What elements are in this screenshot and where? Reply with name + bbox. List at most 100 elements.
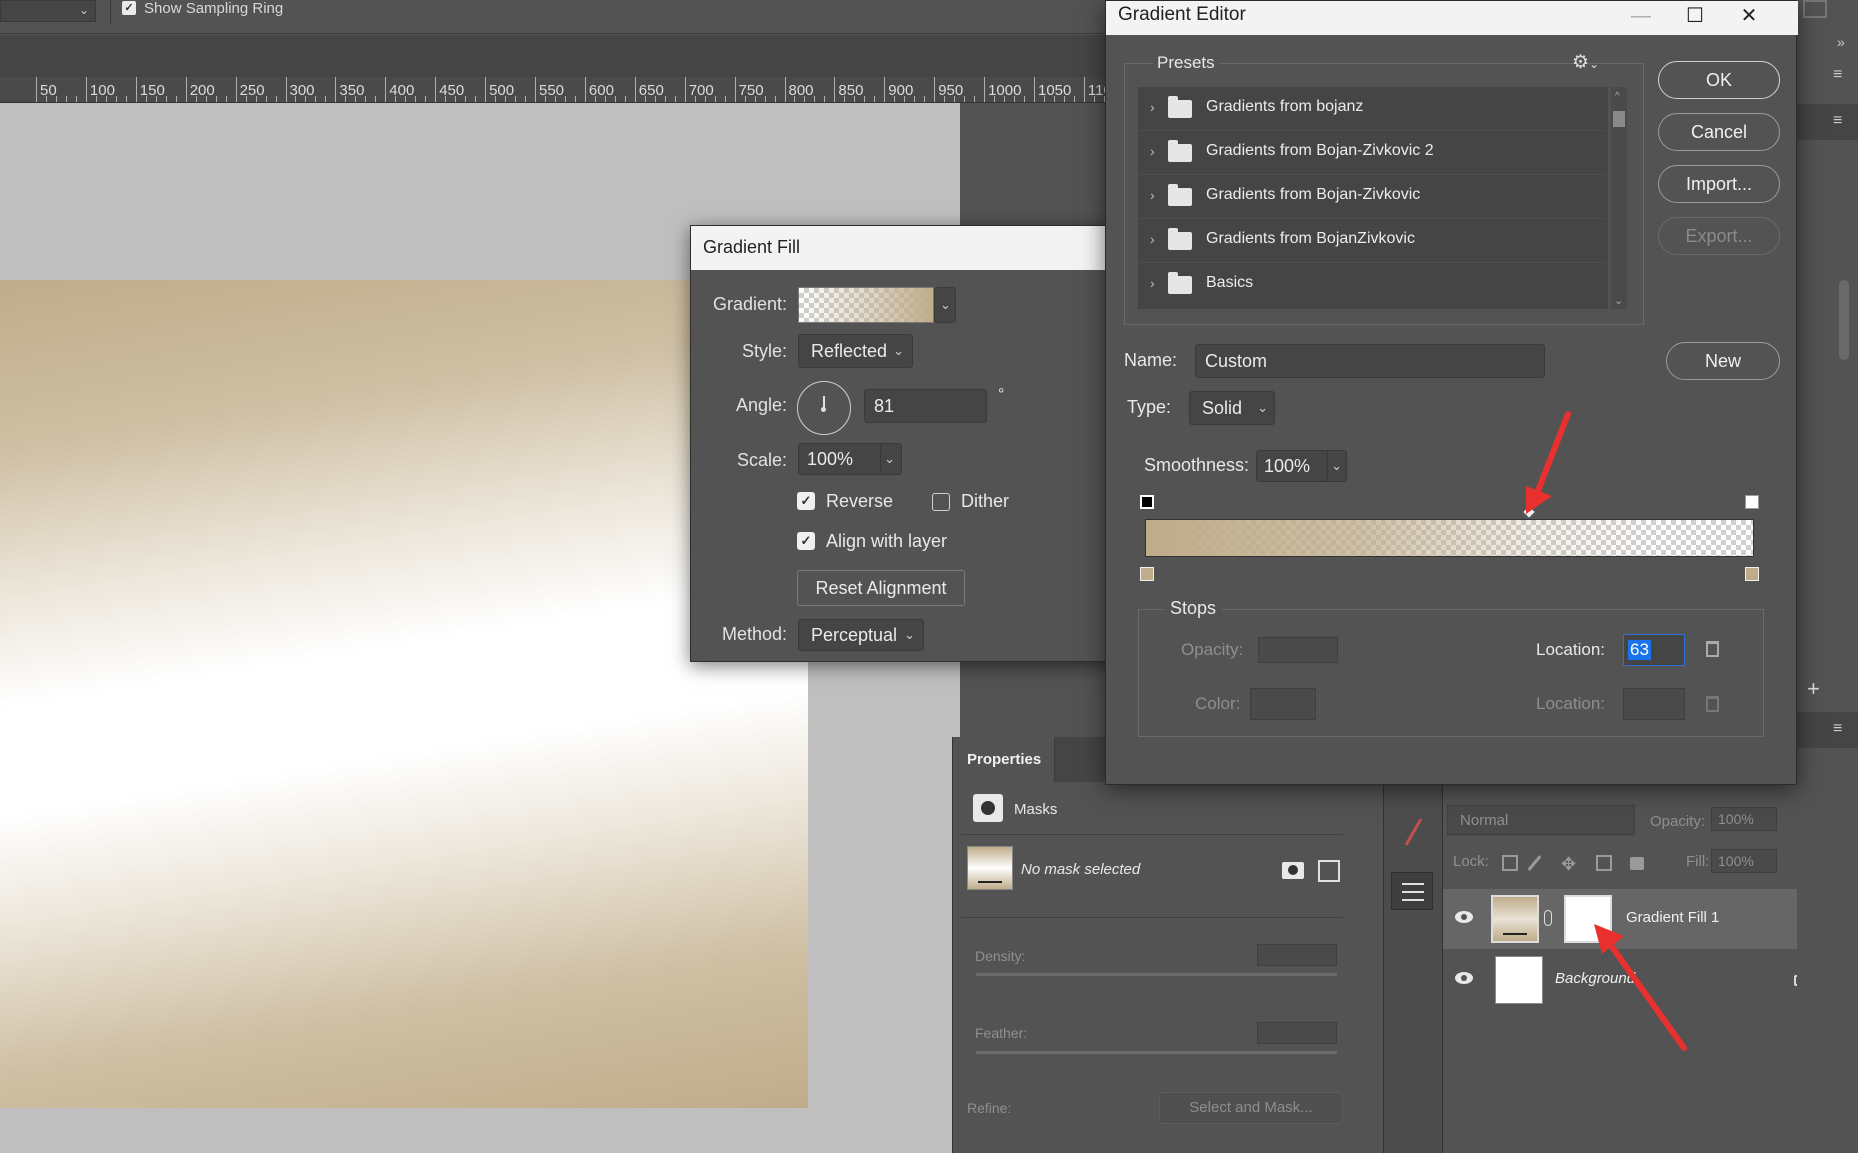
ruler-minor-tick (395, 96, 397, 102)
location-label: Location: (1536, 640, 1605, 659)
fill-input[interactable]: 100% (1711, 849, 1777, 873)
document-canvas[interactable] (0, 280, 808, 1108)
cancel-button[interactable]: Cancel (1658, 113, 1780, 151)
angle-input[interactable]: 81 (864, 389, 987, 423)
maximize-icon[interactable]: ☐ (1668, 1, 1722, 35)
opacity-stop-left[interactable] (1140, 495, 1154, 509)
import-button[interactable]: Import... (1658, 165, 1780, 203)
angle-dial[interactable] (797, 381, 851, 435)
sampling-ring-checkbox[interactable]: ✓ (122, 1, 136, 15)
chevron-right-icon[interactable]: › (1150, 99, 1155, 115)
panel-menu-icon[interactable]: ≡ (1833, 720, 1842, 738)
dither-checkbox[interactable] (932, 493, 950, 511)
chevron-right-icon[interactable]: › (1150, 143, 1155, 159)
ruler-minor-tick (1014, 96, 1016, 102)
blend-mode-select[interactable]: Normal (1447, 805, 1635, 835)
style-select[interactable]: Reflected ⌄ (798, 334, 913, 368)
gear-icon[interactable]: ⚙⌄ (1572, 51, 1599, 74)
opacity-input[interactable]: 100% (1711, 807, 1777, 831)
export-button[interactable]: Export... (1658, 217, 1780, 255)
scrollbar[interactable] (1839, 280, 1849, 360)
ruler-number: 600 (588, 82, 614, 99)
gradient-swatch[interactable] (798, 287, 934, 323)
location2-input[interactable] (1623, 688, 1685, 720)
align-layer-checkbox[interactable]: ✓ (797, 532, 815, 550)
ok-button[interactable]: OK (1658, 61, 1780, 99)
ruler-number: 750 (738, 82, 764, 99)
minimize-icon[interactable]: — (1614, 1, 1668, 35)
panel-menu-icon[interactable]: ≡ (1833, 112, 1842, 130)
lock-transparent-icon[interactable] (1502, 855, 1518, 871)
lock-all-icon[interactable] (1630, 857, 1644, 870)
color-stop-right[interactable] (1745, 567, 1759, 581)
location-input[interactable]: 63 (1623, 634, 1685, 666)
collapse-icon[interactable]: » (1837, 34, 1845, 50)
gradient-fill-thumbnail[interactable] (1491, 895, 1539, 943)
adjustments-icon[interactable] (1391, 872, 1433, 910)
stop-opacity-input[interactable] (1258, 637, 1338, 663)
method-select[interactable]: Perceptual ⌄ (798, 619, 924, 651)
background-thumbnail[interactable] (1495, 956, 1543, 1004)
add-pixel-mask-icon[interactable] (1282, 862, 1304, 879)
density-input[interactable] (1257, 944, 1337, 966)
delete-stop-icon[interactable] (1706, 696, 1719, 712)
brush-icon[interactable] (1404, 818, 1423, 846)
gradient-fill-dialog: Gradient Fill Gradient: ⌄ Style: Reflect… (690, 225, 1121, 662)
ruler-tick (634, 77, 636, 102)
close-icon[interactable]: ✕ (1722, 1, 1776, 35)
add-vector-mask-icon[interactable] (1318, 860, 1340, 882)
select-and-mask-button[interactable]: Select and Mask... (1159, 1092, 1343, 1124)
ruler-minor-tick (674, 96, 676, 102)
chevron-right-icon[interactable]: › (1150, 231, 1155, 247)
ruler-number: 550 (539, 82, 565, 99)
ruler-minor-tick (544, 96, 546, 102)
ruler-minor-tick (325, 96, 327, 102)
ruler-minor-tick (954, 96, 956, 102)
tool-preset-dropdown[interactable]: ⌄ (0, 0, 96, 22)
chevron-down-icon: ⌄ (1257, 400, 1268, 415)
preset-folder[interactable]: › Gradients from bojanz (1138, 87, 1606, 131)
preset-folder[interactable]: › Gradients from Bojan-Zivkovic (1138, 175, 1606, 219)
degree-symbol: ° (998, 386, 1005, 403)
preset-folder[interactable]: › Gradients from Bojan-Zivkovic 2 (1138, 131, 1606, 175)
style-value: Reflected (811, 341, 888, 361)
reverse-label: Reverse (826, 491, 894, 511)
angle-label: Angle: (735, 395, 787, 415)
smoothness-select[interactable]: 100% ⌄ (1256, 450, 1347, 482)
name-input[interactable]: Custom (1195, 344, 1545, 378)
chevron-right-icon[interactable]: › (1150, 187, 1155, 203)
tab-properties[interactable]: Properties (953, 737, 1055, 782)
preset-folder[interactable]: › Basics (1138, 263, 1606, 307)
lock-artboard-icon[interactable] (1596, 855, 1612, 871)
feather-input[interactable] (1257, 1022, 1337, 1044)
reverse-checkbox[interactable]: ✓ (797, 492, 815, 510)
opacity-stop-right[interactable] (1745, 495, 1759, 509)
chevron-right-icon[interactable]: › (1150, 275, 1155, 291)
ruler-minor-tick (275, 96, 277, 102)
preset-folder[interactable]: › Gradients from BojanZivkovic (1138, 219, 1606, 263)
ruler-minor-tick (654, 96, 656, 102)
scale-select[interactable]: 100% ⌄ (798, 443, 902, 475)
add-icon[interactable]: + (1807, 676, 1820, 702)
color-stop-left[interactable] (1140, 567, 1154, 581)
gradient-bar[interactable] (1145, 519, 1754, 557)
presets-scrollbar[interactable]: ^ ⌄ (1611, 87, 1627, 309)
reset-alignment-button[interactable]: Reset Alignment (797, 570, 965, 606)
stop-color-swatch[interactable] (1250, 688, 1316, 720)
chevron-down-icon: ⌄ (1331, 458, 1342, 473)
visibility-eye-icon[interactable] (1455, 972, 1473, 984)
workspace-icon[interactable] (1803, 0, 1827, 18)
gradient-picker-dropdown[interactable]: ⌄ (934, 287, 956, 323)
refine-label: Refine: (967, 1100, 1012, 1116)
feather-slider[interactable] (976, 1051, 1337, 1054)
new-button[interactable]: New (1666, 342, 1780, 380)
delete-stop-icon[interactable] (1706, 641, 1719, 657)
density-slider[interactable] (976, 973, 1337, 976)
ruler-tick (535, 77, 536, 102)
link-icon[interactable] (1544, 910, 1552, 926)
lock-position-icon[interactable]: ✥ (1561, 854, 1576, 875)
panel-menu-icon[interactable]: ≡ (1833, 66, 1842, 84)
lock-image-icon[interactable] (1527, 855, 1542, 871)
type-select[interactable]: Solid ⌄ (1189, 391, 1275, 425)
visibility-eye-icon[interactable] (1455, 911, 1473, 923)
